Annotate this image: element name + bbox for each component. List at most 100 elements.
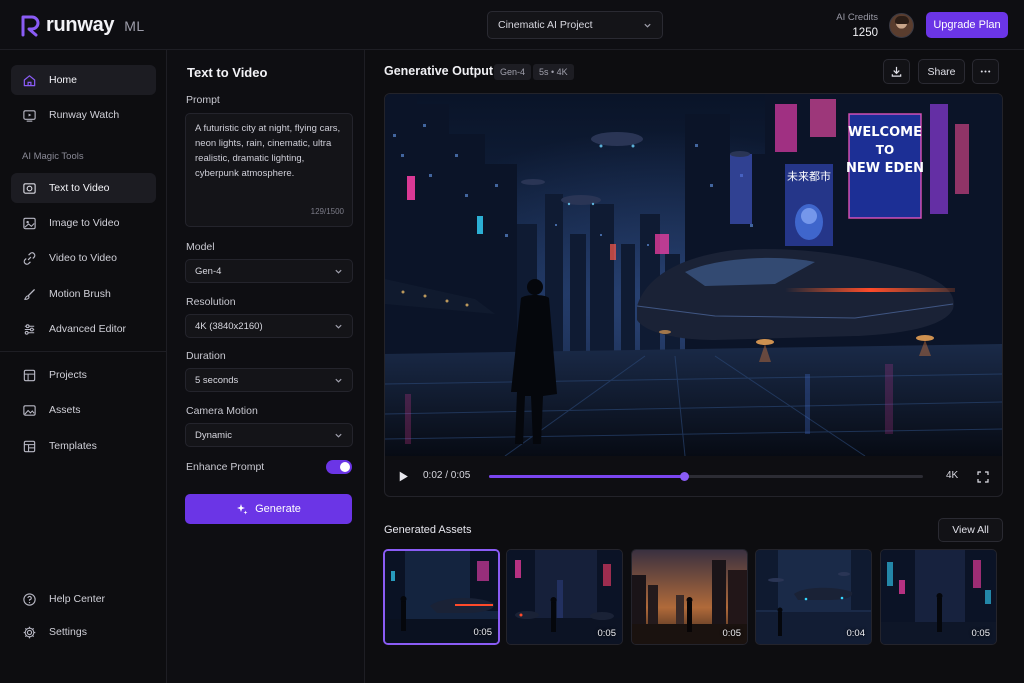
progress-track[interactable]	[489, 472, 923, 481]
panel-title: Text to Video	[187, 65, 268, 80]
asset-thumbnail[interactable]: 0:04	[755, 549, 872, 645]
play-icon[interactable]	[397, 470, 410, 483]
brush-icon	[23, 288, 35, 300]
sidebar-item-home[interactable]: Home	[11, 65, 156, 95]
camera-icon	[23, 182, 36, 194]
sidebar-item-label: Help Center	[49, 593, 106, 605]
chevron-down-icon	[335, 378, 342, 383]
asset-duration: 0:05	[473, 627, 493, 638]
picture-icon	[23, 404, 36, 416]
upgrade-plan-button[interactable]: Upgrade Plan	[926, 12, 1008, 38]
prompt-textarea[interactable]: A futuristic city at night, flying cars,…	[185, 113, 353, 227]
avatar[interactable]	[889, 13, 914, 38]
playback-time: 0:02 / 0:05	[423, 470, 471, 481]
share-button[interactable]: Share	[918, 59, 965, 84]
video-player: 未来都市 WELCOME TO NEW EDEN 0:02 / 0:05 4K	[384, 93, 1003, 497]
sidebar-item-label: Home	[49, 74, 78, 86]
billboard-line-2: TO	[876, 143, 894, 157]
billboard-line-3: NEW EDEN	[846, 161, 924, 176]
asset-thumbnail[interactable]: 0:05	[383, 549, 500, 645]
chevron-down-icon	[335, 269, 342, 274]
assets-title: Generated Assets	[384, 524, 472, 536]
asset-thumbnail[interactable]: 0:05	[880, 549, 997, 645]
billboard-kanji: 未来都市	[787, 169, 831, 183]
sidebar-item-video-to-video[interactable]: Video to Video	[11, 243, 156, 273]
download-button[interactable]	[883, 59, 910, 84]
resolution-label: Resolution	[186, 296, 236, 308]
sidebar-item-label: Projects	[49, 369, 87, 381]
sidebar-item-projects[interactable]: Projects	[11, 360, 156, 390]
divider	[0, 351, 166, 352]
sidebar-item-help-center[interactable]: Help Center	[11, 584, 156, 614]
runway-logo[interactable]: runway ML	[20, 14, 145, 37]
tv-icon	[23, 109, 36, 122]
more-icon	[980, 70, 991, 73]
duration-select[interactable]: 5 seconds	[185, 368, 353, 392]
camera-motion-label: Camera Motion	[186, 405, 258, 417]
sidebar-item-label: Runway Watch	[49, 109, 120, 121]
video-preview[interactable]: 未来都市 WELCOME TO NEW EDEN	[385, 94, 1002, 456]
generate-button[interactable]: Generate	[185, 494, 352, 524]
sidebar-item-label: Text to Video	[49, 182, 110, 194]
asset-duration: 0:05	[597, 628, 617, 639]
model-chip: Gen-4	[494, 64, 532, 80]
camera-motion-value: Dynamic	[195, 429, 232, 441]
sidebar-item-label: Video to Video	[49, 252, 117, 264]
project-name: Cinematic AI Project	[498, 19, 593, 31]
prompt-char-count: 129/1500	[310, 207, 344, 216]
sidebar-item-label: Advanced Editor	[49, 323, 127, 335]
meta-chip: 5s • 4K	[533, 64, 574, 80]
chevron-down-icon	[644, 23, 651, 28]
more-button[interactable]	[972, 59, 999, 84]
model-select[interactable]: Gen-4	[185, 259, 353, 283]
fullscreen-icon[interactable]	[977, 471, 989, 483]
folder-icon	[23, 369, 36, 381]
progress-handle[interactable]	[680, 472, 690, 481]
model-value: Gen-4	[195, 265, 222, 277]
link-icon	[23, 251, 36, 265]
gear-icon	[23, 626, 36, 638]
logo-suffix: ML	[124, 17, 145, 34]
camera-motion-select[interactable]: Dynamic	[185, 423, 353, 447]
sidebar-item-motion-brush[interactable]: Motion Brush	[11, 279, 156, 309]
asset-duration: 0:05	[722, 628, 742, 639]
enhance-prompt-label: Enhance Prompt	[186, 461, 265, 473]
sidebar-item-runway-watch[interactable]: Runway Watch	[11, 100, 156, 130]
chevron-down-icon	[335, 324, 342, 329]
asset-duration: 0:04	[846, 628, 866, 639]
top-bar: runway ML Cinematic AI Project AI Credit…	[0, 0, 1024, 50]
asset-thumbnail[interactable]: 0:05	[631, 549, 748, 645]
sidebar-item-assets[interactable]: Assets	[11, 395, 156, 425]
download-icon	[891, 66, 902, 77]
project-selector[interactable]: Cinematic AI Project	[487, 11, 663, 39]
output-title: Generative Output	[384, 64, 494, 78]
sidebar-item-image-to-video[interactable]: Image to Video	[11, 208, 156, 238]
billboard-line-1: WELCOME	[848, 125, 922, 140]
asset-duration: 0:05	[971, 628, 991, 639]
sidebar-item-advanced-editor[interactable]: Advanced Editor	[11, 314, 156, 344]
progress-fill	[489, 475, 685, 478]
sidebar-item-text-to-video[interactable]: Text to Video	[11, 173, 156, 203]
duration-value: 5 seconds	[195, 374, 239, 386]
sliders-icon	[24, 323, 35, 335]
model-label: Model	[186, 241, 215, 253]
credits-label: AI Credits	[836, 12, 878, 23]
sidebar-item-label: Templates	[49, 440, 97, 452]
template-icon	[23, 440, 36, 452]
resolution-select[interactable]: 4K (3840x2160)	[185, 314, 353, 338]
player-controls: 0:02 / 0:05 4K	[385, 456, 1002, 496]
chevron-down-icon	[335, 433, 342, 438]
asset-thumbnail[interactable]: 0:05	[506, 549, 623, 645]
section-label: AI Magic Tools	[22, 151, 84, 162]
sidebar-item-label: Motion Brush	[49, 288, 111, 300]
sparkle-icon	[237, 504, 248, 515]
duration-label: Duration	[186, 350, 226, 362]
sidebar-item-settings[interactable]: Settings	[11, 617, 156, 647]
sidebar-item-label: Assets	[49, 404, 81, 416]
logo-text: runway	[46, 14, 115, 36]
sidebar-item-templates[interactable]: Templates	[11, 431, 156, 461]
image-icon	[23, 217, 36, 229]
view-all-button[interactable]: View All	[938, 518, 1003, 542]
cyberpunk-city-image: 未来都市 WELCOME TO NEW EDEN	[385, 94, 1002, 456]
enhance-prompt-toggle[interactable]	[326, 460, 352, 474]
